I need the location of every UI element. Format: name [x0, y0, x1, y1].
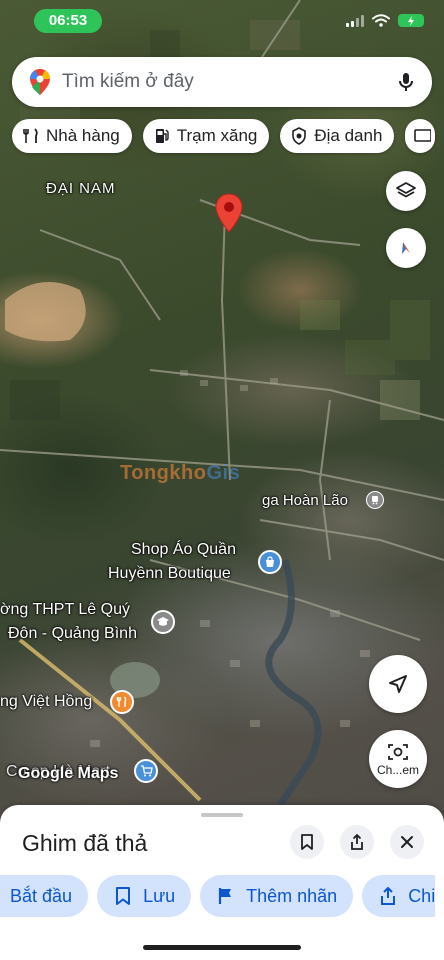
chip-landmarks[interactable]: Địa danh	[280, 119, 395, 153]
add-label-button[interactable]: Thêm nhãn	[200, 875, 354, 917]
more-category-icon	[414, 129, 432, 142]
chip-label: Địa danh	[314, 126, 383, 145]
layers-button[interactable]	[386, 171, 426, 211]
add-label-button-label: Thêm nhãn	[246, 885, 338, 906]
share-icon-button[interactable]	[340, 825, 374, 859]
gas-pump-icon	[155, 129, 169, 143]
landmark-icon	[292, 127, 307, 145]
poi-school-label-1[interactable]: ờng THPT Lê Quý	[0, 601, 130, 619]
poi-shop-label-1[interactable]: Shop Áo Quần	[131, 541, 236, 559]
share-button-label: Chi	[408, 885, 436, 906]
navigation-arrow-icon	[389, 675, 407, 693]
close-button[interactable]	[390, 825, 424, 859]
search-bar[interactable]: Tìm kiếm ở đây	[12, 57, 432, 107]
lens-label: Ch...em	[376, 762, 419, 777]
signal-icon	[346, 14, 364, 27]
chip-more[interactable]	[405, 119, 436, 153]
start-button-label: Bắt đầu	[10, 885, 73, 906]
home-indicator[interactable]	[143, 945, 301, 950]
restaurant-icon[interactable]	[110, 690, 134, 714]
compass-button[interactable]	[386, 228, 426, 268]
google-maps-logo: Google Maps	[18, 765, 119, 782]
shopping-cart-icon[interactable]	[134, 759, 158, 783]
train-station-icon[interactable]	[366, 491, 384, 509]
start-button[interactable]: Bắt đầu	[0, 875, 89, 917]
layers-icon	[396, 182, 416, 198]
poi-shop-label-2[interactable]: Huyềnn Boutique	[108, 565, 231, 583]
close-icon	[401, 836, 413, 848]
school-icon[interactable]	[151, 610, 175, 634]
save-button-label: Lưu	[143, 885, 176, 906]
poi-restaurant-label[interactable]: ng Việt Hồng	[0, 693, 92, 711]
lens-button[interactable]: Ch...em	[369, 730, 427, 788]
chip-label: Trạm xăng	[176, 126, 258, 145]
search-input[interactable]: Tìm kiếm ở đây	[62, 71, 394, 93]
sheet-drag-handle[interactable]	[201, 813, 243, 817]
watermark-text-2: Gis	[206, 462, 241, 484]
camera-lens-icon	[388, 743, 408, 760]
watermark: TongkhoGis	[120, 462, 240, 485]
shopping-bag-icon[interactable]	[258, 550, 282, 574]
wifi-icon	[372, 14, 390, 27]
compass-icon	[402, 242, 410, 254]
share-button[interactable]: Chi	[362, 875, 436, 917]
bottom-sheet[interactable]: Ghim đã thả Bắt đầu Lưu Thêm nhãn Chi	[0, 805, 444, 960]
flag-icon	[219, 888, 232, 904]
microphone-icon[interactable]	[394, 70, 418, 94]
chip-label: Nhà hàng	[46, 126, 120, 145]
save-icon-button[interactable]	[290, 825, 324, 859]
chip-gas-stations[interactable]: Trạm xăng	[142, 119, 270, 153]
fork-knife-icon	[23, 128, 38, 143]
status-icons	[346, 14, 424, 27]
share-icon	[351, 834, 363, 850]
action-buttons: Bắt đầu Lưu Thêm nhãn Chi	[0, 875, 436, 917]
category-chips: Nhà hàng Trạm xăng Địa danh	[12, 119, 436, 153]
save-button[interactable]: Lưu	[97, 875, 192, 917]
my-location-button[interactable]	[369, 655, 427, 713]
station-label[interactable]: ga Hoàn Lão	[262, 492, 348, 509]
area-label: ĐẠI NAM	[46, 180, 116, 197]
chip-restaurants[interactable]: Nhà hàng	[12, 119, 132, 153]
status-time: 06:53	[34, 9, 102, 33]
dropped-pin-icon[interactable]	[214, 193, 244, 233]
watermark-text-1: Tongkho	[120, 462, 207, 484]
google-maps-pin-icon	[30, 69, 50, 95]
bookmark-icon	[301, 834, 313, 850]
share-icon	[381, 887, 396, 905]
sheet-title: Ghim đã thả	[22, 830, 148, 856]
battery-charging-icon	[398, 14, 424, 27]
bookmark-icon	[116, 887, 131, 905]
poi-school-label-2[interactable]: Đôn - Quảng Bình	[8, 625, 137, 643]
